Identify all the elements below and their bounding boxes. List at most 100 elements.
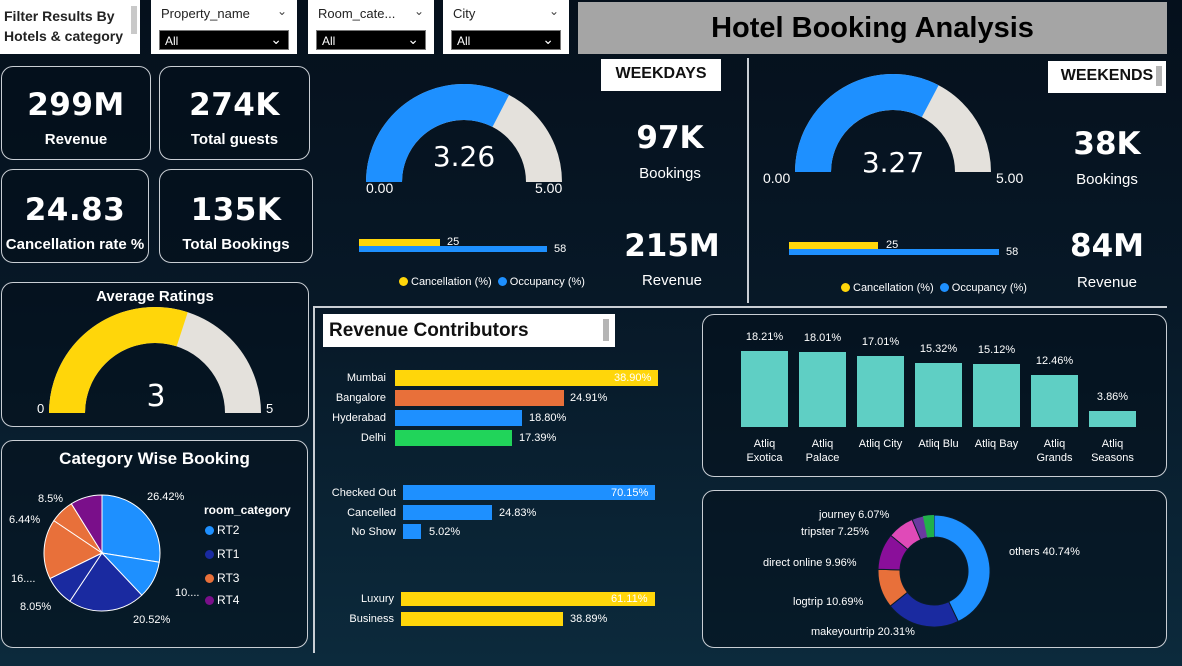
legend-item-rt3: RT3 xyxy=(205,571,239,585)
status-value-cancelled: 24.83% xyxy=(499,507,537,519)
property-category-label: Atliq Grands xyxy=(1036,438,1073,464)
legend-dot-icon xyxy=(205,550,214,559)
category-title: Category Wise Booking xyxy=(59,449,250,468)
platform-donut xyxy=(877,514,991,628)
property-bar-label: 17.01% xyxy=(861,336,900,348)
kpi-value: 299M xyxy=(27,87,125,123)
class-bar-business[interactable] xyxy=(401,612,563,626)
city-label-mumbai: Mumbai xyxy=(346,372,386,384)
slicer-dropdown[interactable]: All ⌄ xyxy=(316,30,426,50)
weekdays-gauge-value: 3.26 xyxy=(432,140,496,173)
legend-item-rt4: RT4 xyxy=(205,593,239,607)
weekends-bookings-value: 38K xyxy=(1073,126,1141,162)
scrollbar[interactable] xyxy=(131,6,137,34)
revenue-contributors-title-text: Revenue Contributors xyxy=(329,320,529,341)
pie-label: 26.42% xyxy=(147,491,185,503)
legend-label: Cancellation (%) xyxy=(853,282,934,294)
scrollbar[interactable] xyxy=(603,319,609,341)
donut-label-tripster: tripster 7.25% xyxy=(801,526,869,538)
slicer-dropdown[interactable]: All ⌄ xyxy=(159,30,289,50)
status-label-cancelled: Cancelled xyxy=(347,507,396,519)
city-bar-hyderabad[interactable] xyxy=(395,410,522,426)
pie-label: 10.... xyxy=(175,587,200,599)
ratings-card: Average Ratings 3 0 5 xyxy=(1,282,309,427)
property-bar[interactable] xyxy=(915,363,962,427)
property-category-label: Atliq Exotica xyxy=(746,438,783,464)
city-label-delhi: Delhi xyxy=(360,432,386,444)
slicer-city[interactable]: City ⌄ All ⌄ xyxy=(443,0,569,54)
slicer-label: Room_cate... xyxy=(318,6,396,21)
pie-label: 6.44% xyxy=(9,514,41,526)
dropdown-arrow-icon[interactable]: ⌄ xyxy=(542,31,554,48)
property-bar[interactable] xyxy=(1031,374,1078,427)
legend-label: Occupancy (%) xyxy=(951,282,1027,294)
property-column-chart: 18.21% Atliq Exotica 18.01% Atliq Palace 17.01… xyxy=(703,315,1168,478)
property-bar[interactable] xyxy=(857,356,904,427)
legend-label: Cancellation (%) xyxy=(411,276,492,288)
weekends-gauge-min: 0.00 xyxy=(763,170,791,186)
city-label-hyderabad: Hyderabad xyxy=(332,412,386,424)
property-bar[interactable] xyxy=(973,363,1020,427)
status-bar-cancelled[interactable] xyxy=(403,505,492,520)
slicer-value: All xyxy=(457,34,471,48)
property-category-label: Atliq Blu xyxy=(918,438,959,450)
property-category-label: Atliq Palace xyxy=(805,438,840,464)
class-value-luxury: 61.11% xyxy=(611,593,648,605)
legend-label: RT3 xyxy=(217,571,240,585)
slicer-label: Property_name xyxy=(161,6,250,21)
dropdown-arrow-icon[interactable]: ⌄ xyxy=(407,31,419,48)
pie-label: 8.05% xyxy=(20,601,52,613)
pie-label: 16.... xyxy=(11,573,36,585)
status-value-checked-out: 70.15% xyxy=(611,487,649,499)
weekdays-bookings-value: 97K xyxy=(636,120,704,156)
city-bar-delhi[interactable] xyxy=(395,430,512,446)
status-bar-no-show[interactable] xyxy=(403,524,421,539)
ratings-value: 3 xyxy=(146,379,166,414)
weekends-revenue-value: 84M xyxy=(1070,228,1144,264)
slicer-value: All xyxy=(165,34,179,48)
city-label-bangalore: Bangalore xyxy=(335,392,386,404)
legend-dot-icon xyxy=(205,596,214,605)
slicer-property-name[interactable]: Property_name ⌄ All ⌄ xyxy=(151,0,297,54)
weekdays-gauge-max: 5.00 xyxy=(535,180,563,196)
weekends-cancel-bar xyxy=(789,242,878,249)
slicer-label: City xyxy=(453,6,476,21)
slicer-value: All xyxy=(322,34,336,48)
property-bar[interactable] xyxy=(799,351,846,427)
dropdown-arrow-icon[interactable]: ⌄ xyxy=(270,31,282,48)
pie-slice[interactable] xyxy=(101,494,161,563)
scrollbar[interactable] xyxy=(1156,66,1162,86)
kpi-value: 24.83 xyxy=(24,192,126,228)
category-card: Category Wise Booking 26.42% 10.... 20.5… xyxy=(1,440,308,648)
property-bar[interactable] xyxy=(741,351,788,427)
chevron-down-icon[interactable]: ⌄ xyxy=(277,4,287,18)
chevron-down-icon[interactable]: ⌄ xyxy=(549,4,559,18)
legend-dot-icon xyxy=(841,283,850,292)
weekdays-gauge-min: 0.00 xyxy=(366,180,394,196)
weekends-bookings-label: Bookings xyxy=(1076,171,1138,188)
pie-label: 20.52% xyxy=(133,614,171,626)
legend-label: RT2 xyxy=(217,523,240,537)
legend-label: RT4 xyxy=(217,593,240,607)
weekends-occ-value: 58 xyxy=(1006,246,1019,258)
chevron-down-icon[interactable]: ⌄ xyxy=(414,4,424,18)
filter-title-text: Filter Results By Hotels & category xyxy=(4,8,124,44)
city-bar-bangalore[interactable] xyxy=(395,390,564,406)
page-title: Hotel Booking Analysis xyxy=(578,2,1167,54)
property-bar[interactable] xyxy=(1089,410,1136,427)
donut-label-others: others 40.74% xyxy=(1009,546,1080,558)
slicer-dropdown[interactable]: All ⌄ xyxy=(451,30,561,50)
property-bar-label: 18.01% xyxy=(803,331,842,344)
weekends-revenue-label: Revenue xyxy=(1076,274,1138,291)
weekdays-revenue-value: 215M xyxy=(624,228,720,264)
weekends-tag: WEEKENDS xyxy=(1048,61,1166,93)
donut-label-direct-online: direct online 9.96% xyxy=(763,557,857,569)
legend-dot-icon xyxy=(205,526,214,535)
slicer-room-category[interactable]: Room_cate... ⌄ All ⌄ xyxy=(308,0,434,54)
status-label-checked-out: Checked Out xyxy=(331,487,396,499)
weekends-gauge-max: 5.00 xyxy=(996,170,1024,186)
weekends-gauge-value: 3.27 xyxy=(861,146,925,179)
kpi-label: Cancellation rate % xyxy=(5,236,145,253)
pie-label: 8.5% xyxy=(38,493,64,505)
legend-dot-icon xyxy=(939,283,949,292)
